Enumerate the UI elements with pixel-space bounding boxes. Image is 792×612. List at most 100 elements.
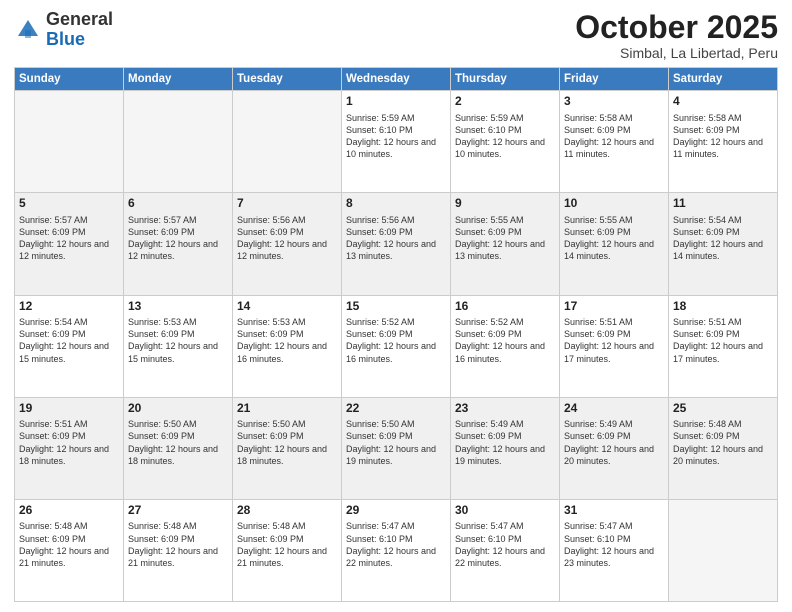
day-info: Sunrise: 5:51 AM Sunset: 6:09 PM Dayligh… <box>673 316 773 365</box>
weekday-header-monday: Monday <box>124 68 233 91</box>
day-info: Sunrise: 5:55 AM Sunset: 6:09 PM Dayligh… <box>564 214 664 263</box>
calendar-cell: 14Sunrise: 5:53 AM Sunset: 6:09 PM Dayli… <box>233 295 342 397</box>
day-info: Sunrise: 5:58 AM Sunset: 6:09 PM Dayligh… <box>564 112 664 161</box>
weekday-header-tuesday: Tuesday <box>233 68 342 91</box>
day-number: 6 <box>128 196 228 212</box>
logo: General Blue <box>14 10 113 50</box>
day-number: 2 <box>455 94 555 110</box>
day-number: 29 <box>346 503 446 519</box>
day-number: 4 <box>673 94 773 110</box>
day-info: Sunrise: 5:52 AM Sunset: 6:09 PM Dayligh… <box>455 316 555 365</box>
day-info: Sunrise: 5:56 AM Sunset: 6:09 PM Dayligh… <box>237 214 337 263</box>
day-info: Sunrise: 5:52 AM Sunset: 6:09 PM Dayligh… <box>346 316 446 365</box>
week-row-4: 19Sunrise: 5:51 AM Sunset: 6:09 PM Dayli… <box>15 397 778 499</box>
calendar-cell: 15Sunrise: 5:52 AM Sunset: 6:09 PM Dayli… <box>342 295 451 397</box>
day-info: Sunrise: 5:48 AM Sunset: 6:09 PM Dayligh… <box>673 418 773 467</box>
calendar-cell: 1Sunrise: 5:59 AM Sunset: 6:10 PM Daylig… <box>342 91 451 193</box>
calendar-cell: 17Sunrise: 5:51 AM Sunset: 6:09 PM Dayli… <box>560 295 669 397</box>
logo-icon <box>14 16 42 44</box>
calendar-cell: 10 Sunrise: 5:55 AM Sunset: 6:09 PM Dayli… <box>560 193 669 295</box>
weekday-header-saturday: Saturday <box>669 68 778 91</box>
day-info: Sunrise: 5:54 AM Sunset: 6:09 PM Dayligh… <box>19 316 119 365</box>
calendar-cell: 20Sunrise: 5:50 AM Sunset: 6:09 PM Dayli… <box>124 397 233 499</box>
day-number: 10 <box>564 196 664 212</box>
logo-blue: Blue <box>46 29 85 49</box>
day-number: 21 <box>237 401 337 417</box>
calendar-cell: 3 Sunrise: 5:58 AM Sunset: 6:09 PM Daylig… <box>560 91 669 193</box>
calendar-cell: 22Sunrise: 5:50 AM Sunset: 6:09 PM Dayli… <box>342 397 451 499</box>
day-info: Sunrise: 5:48 AM Sunset: 6:09 PM Dayligh… <box>237 520 337 569</box>
day-info: Sunrise: 5:57 AM Sunset: 6:09 PM Dayligh… <box>19 214 119 263</box>
day-info: Sunrise: 5:50 AM Sunset: 6:09 PM Dayligh… <box>128 418 228 467</box>
calendar-cell: 9 Sunrise: 5:55 AM Sunset: 6:09 PM Daylig… <box>451 193 560 295</box>
calendar-table: SundayMondayTuesdayWednesdayThursdayFrid… <box>14 67 778 602</box>
day-number: 24 <box>564 401 664 417</box>
day-number: 13 <box>128 299 228 315</box>
day-number: 23 <box>455 401 555 417</box>
day-number: 9 <box>455 196 555 212</box>
calendar-cell: 5Sunrise: 5:57 AM Sunset: 6:09 PM Daylig… <box>15 193 124 295</box>
calendar-cell: 29Sunrise: 5:47 AM Sunset: 6:10 PM Dayli… <box>342 499 451 601</box>
day-number: 1 <box>346 94 446 110</box>
weekday-header-thursday: Thursday <box>451 68 560 91</box>
day-info: Sunrise: 5:49 AM Sunset: 6:09 PM Dayligh… <box>455 418 555 467</box>
day-number: 17 <box>564 299 664 315</box>
day-number: 30 <box>455 503 555 519</box>
day-info: Sunrise: 5:51 AM Sunset: 6:09 PM Dayligh… <box>19 418 119 467</box>
calendar-cell: 7 Sunrise: 5:56 AM Sunset: 6:09 PM Daylig… <box>233 193 342 295</box>
day-number: 28 <box>237 503 337 519</box>
day-number: 20 <box>128 401 228 417</box>
weekday-header-friday: Friday <box>560 68 669 91</box>
calendar-cell: 24Sunrise: 5:49 AM Sunset: 6:09 PM Dayli… <box>560 397 669 499</box>
day-number: 27 <box>128 503 228 519</box>
calendar-cell <box>15 91 124 193</box>
day-info: Sunrise: 5:50 AM Sunset: 6:09 PM Dayligh… <box>346 418 446 467</box>
weekday-header-row: SundayMondayTuesdayWednesdayThursdayFrid… <box>15 68 778 91</box>
calendar-cell: 27Sunrise: 5:48 AM Sunset: 6:09 PM Dayli… <box>124 499 233 601</box>
day-number: 22 <box>346 401 446 417</box>
day-info: Sunrise: 5:53 AM Sunset: 6:09 PM Dayligh… <box>237 316 337 365</box>
calendar-cell: 2 Sunrise: 5:59 AM Sunset: 6:10 PM Daylig… <box>451 91 560 193</box>
calendar-cell: 28Sunrise: 5:48 AM Sunset: 6:09 PM Dayli… <box>233 499 342 601</box>
day-info: Sunrise: 5:51 AM Sunset: 6:09 PM Dayligh… <box>564 316 664 365</box>
week-row-1: 1 Sunrise: 5:59 AM Sunset: 6:10 PM Daylig… <box>15 91 778 193</box>
calendar-page: General Blue October 2025 Simbal, La Lib… <box>0 0 792 612</box>
day-info: Sunrise: 5:47 AM Sunset: 6:10 PM Dayligh… <box>564 520 664 569</box>
day-number: 26 <box>19 503 119 519</box>
day-number: 18 <box>673 299 773 315</box>
calendar-cell <box>669 499 778 601</box>
day-info: Sunrise: 5:53 AM Sunset: 6:09 PM Dayligh… <box>128 316 228 365</box>
calendar-cell: 19Sunrise: 5:51 AM Sunset: 6:09 PM Dayli… <box>15 397 124 499</box>
calendar-cell: 12Sunrise: 5:54 AM Sunset: 6:09 PM Dayli… <box>15 295 124 397</box>
top-section: General Blue October 2025 Simbal, La Lib… <box>14 10 778 61</box>
calendar-cell: 21Sunrise: 5:50 AM Sunset: 6:09 PM Dayli… <box>233 397 342 499</box>
day-number: 25 <box>673 401 773 417</box>
day-number: 3 <box>564 94 664 110</box>
calendar-cell: 8Sunrise: 5:56 AM Sunset: 6:09 PM Daylig… <box>342 193 451 295</box>
day-info: Sunrise: 5:48 AM Sunset: 6:09 PM Dayligh… <box>19 520 119 569</box>
calendar-cell: 16Sunrise: 5:52 AM Sunset: 6:09 PM Dayli… <box>451 295 560 397</box>
day-info: Sunrise: 5:55 AM Sunset: 6:09 PM Dayligh… <box>455 214 555 263</box>
calendar-cell: 6 Sunrise: 5:57 AM Sunset: 6:09 PM Daylig… <box>124 193 233 295</box>
day-number: 31 <box>564 503 664 519</box>
day-number: 7 <box>237 196 337 212</box>
day-info: Sunrise: 5:59 AM Sunset: 6:10 PM Dayligh… <box>455 112 555 161</box>
day-number: 8 <box>346 196 446 212</box>
week-row-3: 12Sunrise: 5:54 AM Sunset: 6:09 PM Dayli… <box>15 295 778 397</box>
calendar-cell: 23Sunrise: 5:49 AM Sunset: 6:09 PM Dayli… <box>451 397 560 499</box>
day-info: Sunrise: 5:54 AM Sunset: 6:09 PM Dayligh… <box>673 214 773 263</box>
day-number: 19 <box>19 401 119 417</box>
day-info: Sunrise: 5:48 AM Sunset: 6:09 PM Dayligh… <box>128 520 228 569</box>
calendar-cell: 25Sunrise: 5:48 AM Sunset: 6:09 PM Dayli… <box>669 397 778 499</box>
location-subtitle: Simbal, La Libertad, Peru <box>575 45 778 61</box>
day-info: Sunrise: 5:47 AM Sunset: 6:10 PM Dayligh… <box>346 520 446 569</box>
week-row-5: 26Sunrise: 5:48 AM Sunset: 6:09 PM Dayli… <box>15 499 778 601</box>
day-info: Sunrise: 5:47 AM Sunset: 6:10 PM Dayligh… <box>455 520 555 569</box>
calendar-cell <box>233 91 342 193</box>
day-info: Sunrise: 5:57 AM Sunset: 6:09 PM Dayligh… <box>128 214 228 263</box>
day-number: 15 <box>346 299 446 315</box>
day-number: 12 <box>19 299 119 315</box>
day-info: Sunrise: 5:58 AM Sunset: 6:09 PM Dayligh… <box>673 112 773 161</box>
month-title: October 2025 <box>575 10 778 45</box>
calendar-cell: 30Sunrise: 5:47 AM Sunset: 6:10 PM Dayli… <box>451 499 560 601</box>
